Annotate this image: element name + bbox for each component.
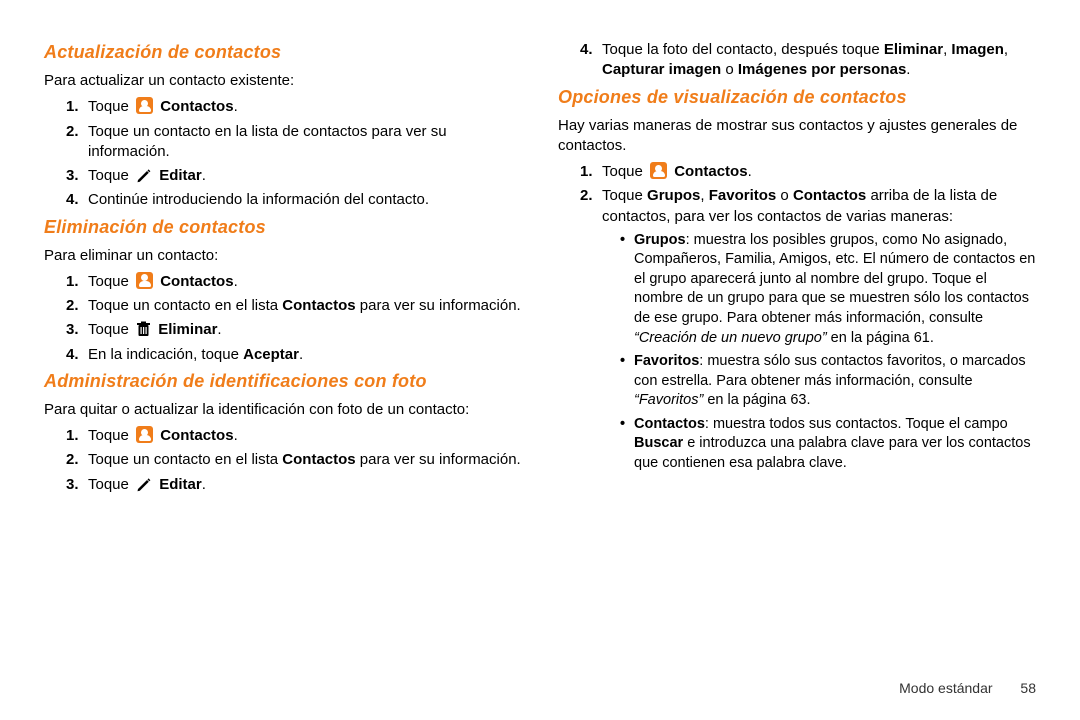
- list-item: 3. Toque Eliminar.: [66, 320, 522, 340]
- text: Toque: [602, 187, 647, 204]
- list-item: 1. Toque Contactos.: [66, 97, 522, 117]
- list-item: Favoritos: muestra sólo sus contactos fa…: [620, 352, 1036, 411]
- text-italic: “Creación de un nuevo grupo”: [634, 330, 827, 346]
- intro-text: Para eliminar un contacto:: [44, 246, 522, 266]
- text: Toque un contacto en la lista de contact…: [88, 123, 447, 160]
- list-item: 1. Toque Contactos.: [66, 426, 522, 446]
- list-item: 1. Toque Contactos.: [580, 162, 1036, 182]
- text: e introduzca una palabra clave para ver …: [634, 435, 1031, 471]
- text-bold: Contactos: [160, 98, 233, 115]
- text: : muestra los posibles grupos, como No a…: [634, 232, 1035, 326]
- delete-steps: 1. Toque Contactos. 2. Toque un contacto…: [44, 272, 522, 365]
- list-item: 3. Toque Editar.: [66, 166, 522, 186]
- text: Continúe introduciendo la información de…: [88, 191, 429, 208]
- contacts-icon: [136, 97, 153, 114]
- update-steps: 1. Toque Contactos. 2. Toque un contacto…: [44, 97, 522, 210]
- trash-icon: [136, 321, 151, 337]
- text: ,: [700, 187, 708, 204]
- text-bold: Favoritos: [709, 187, 777, 204]
- text-italic: “Favoritos”: [634, 392, 703, 408]
- text: o: [776, 187, 793, 204]
- text: Toque: [88, 476, 133, 493]
- text: o: [721, 61, 738, 78]
- text: Toque un contacto en el lista: [88, 297, 282, 314]
- list-item: 2. Toque un contacto en el lista Contact…: [66, 296, 522, 316]
- text-bold: Contactos: [160, 273, 233, 290]
- text: Toque: [88, 273, 133, 290]
- text-bold: Eliminar: [158, 321, 217, 338]
- pencil-icon: [136, 167, 152, 183]
- text-bold: Editar: [159, 476, 202, 493]
- list-item: 4. En la indicación, toque Aceptar.: [66, 345, 522, 365]
- text: para ver su información.: [356, 451, 521, 468]
- photoid-steps: 1. Toque Contactos. 2. Toque un contacto…: [44, 426, 522, 495]
- intro-text: Hay varias maneras de mostrar sus contac…: [558, 116, 1036, 157]
- section-heading-delete: Eliminación de contactos: [44, 217, 522, 238]
- text: Toque: [602, 163, 647, 180]
- list-item: 4. Continúe introduciendo la información…: [66, 190, 522, 210]
- text: : muestra todos sus contactos. Toque el …: [705, 416, 1008, 432]
- list-item: Contactos: muestra todos sus contactos. …: [620, 415, 1036, 474]
- text-bold: Contactos: [674, 163, 747, 180]
- text: ,: [1004, 41, 1008, 58]
- list-item: 2. Toque Grupos, Favoritos o Contactos a…: [580, 186, 1036, 473]
- text: en la página 63.: [703, 392, 810, 408]
- text: Toque la foto del contacto, después toqu…: [602, 41, 884, 58]
- right-column: 4. Toque la foto del contacto, después t…: [558, 36, 1036, 672]
- text: En la indicación, toque: [88, 346, 243, 363]
- list-item: 2. Toque un contacto en la lista de cont…: [66, 122, 522, 163]
- page-number: 58: [1020, 680, 1036, 696]
- text-bold: Favoritos: [634, 353, 699, 369]
- text: para ver su información.: [356, 297, 521, 314]
- footer-label: Modo estándar: [899, 680, 992, 696]
- intro-text: Para quitar o actualizar la identificaci…: [44, 400, 522, 420]
- text: Toque: [88, 167, 133, 184]
- text-bold: Contactos: [282, 451, 355, 468]
- text-bold: Contactos: [634, 416, 705, 432]
- text: Toque un contacto en el lista: [88, 451, 282, 468]
- contacts-icon: [136, 426, 153, 443]
- viewoptions-bullets: Grupos: muestra los posibles grupos, com…: [602, 231, 1036, 474]
- text: Toque: [88, 98, 133, 115]
- photoid-steps-cont: 4. Toque la foto del contacto, después t…: [558, 40, 1036, 81]
- viewoptions-steps: 1. Toque Contactos. 2. Toque Grupos, Fav…: [558, 162, 1036, 474]
- text-bold: Buscar: [634, 435, 683, 451]
- intro-text: Para actualizar un contacto existente:: [44, 71, 522, 91]
- left-column: Actualización de contactos Para actualiz…: [44, 36, 522, 672]
- text-bold: Contactos: [160, 427, 233, 444]
- text-bold: Grupos: [634, 232, 686, 248]
- text-bold: Contactos: [282, 297, 355, 314]
- contacts-icon: [650, 162, 667, 179]
- list-item: 4. Toque la foto del contacto, después t…: [580, 40, 1036, 81]
- text-bold: Editar: [159, 167, 202, 184]
- text-bold: Grupos: [647, 187, 700, 204]
- text-bold: Imágenes por personas: [738, 61, 906, 78]
- section-heading-viewoptions: Opciones de visualización de contactos: [558, 87, 1036, 108]
- text-bold: Contactos: [793, 187, 866, 204]
- section-heading-update: Actualización de contactos: [44, 42, 522, 63]
- text-bold: Capturar imagen: [602, 61, 721, 78]
- list-item: 2. Toque un contacto en el lista Contact…: [66, 450, 522, 470]
- section-heading-photoid: Administración de identificaciones con f…: [44, 371, 522, 392]
- page-footer: Modo estándar 58: [44, 672, 1036, 696]
- text-bold: Eliminar: [884, 41, 943, 58]
- list-item: 3. Toque Editar.: [66, 475, 522, 495]
- list-item: Grupos: muestra los posibles grupos, com…: [620, 231, 1036, 348]
- text-bold: Aceptar: [243, 346, 299, 363]
- pencil-icon: [136, 476, 152, 492]
- text: Toque: [88, 427, 133, 444]
- text-bold: Imagen: [951, 41, 1004, 58]
- text: Toque: [88, 321, 133, 338]
- contacts-icon: [136, 272, 153, 289]
- text: en la página 61.: [827, 330, 934, 346]
- list-item: 1. Toque Contactos.: [66, 272, 522, 292]
